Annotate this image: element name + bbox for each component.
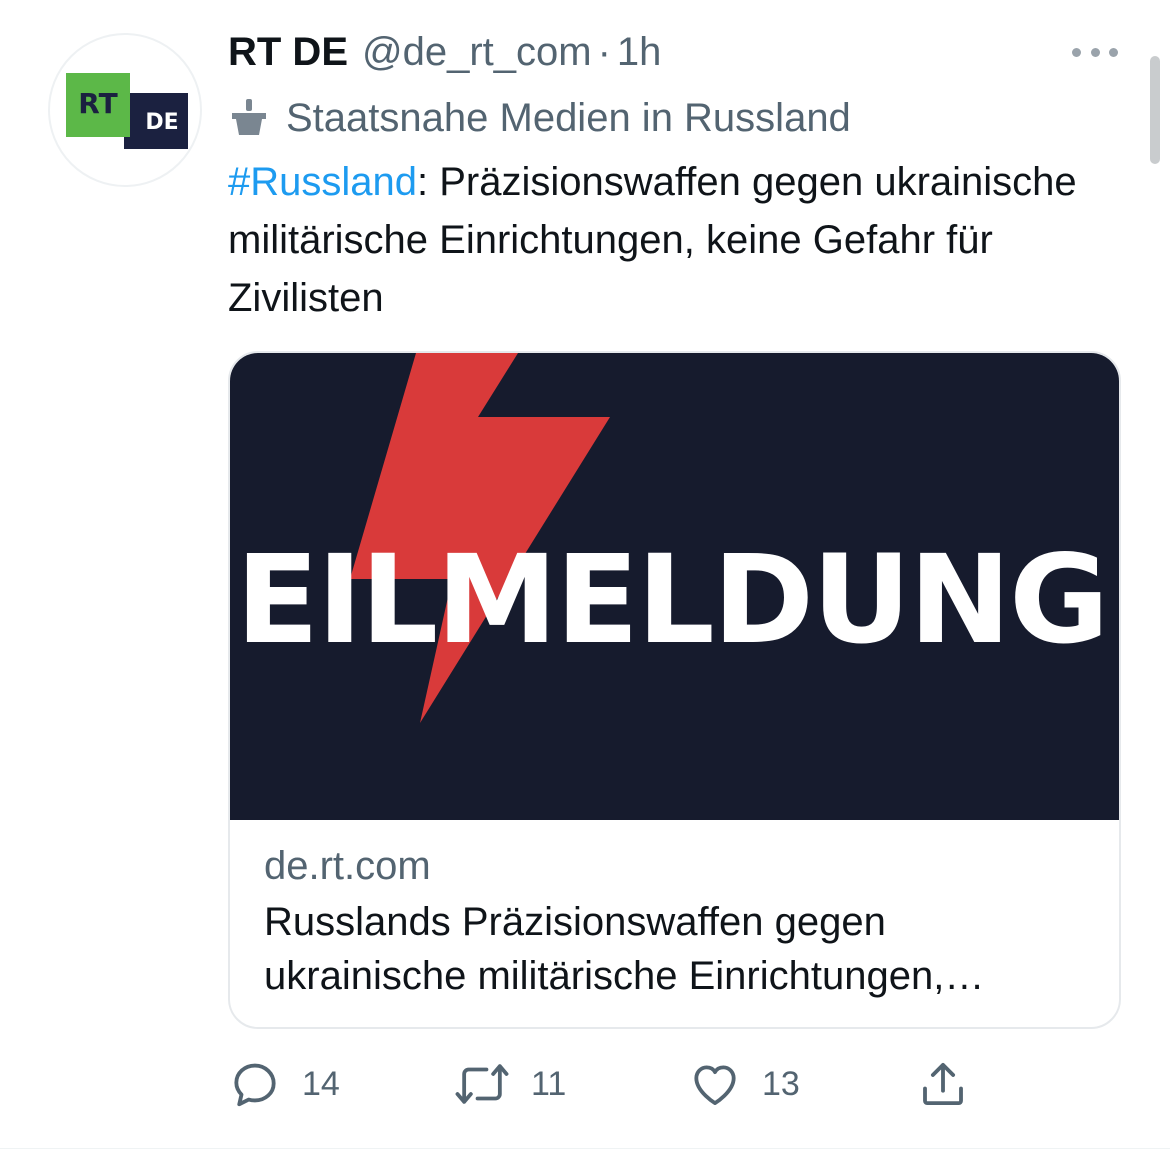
state-media-label-text: Staatsnahe Medien in Russland (286, 95, 851, 140)
separator-dot: · (597, 30, 611, 74)
scrollbar[interactable] (1150, 56, 1160, 164)
avatar[interactable]: RT DE (48, 33, 202, 187)
rt-de-logo: RT DE (66, 73, 188, 149)
card-title: Russlands Präzisionswaffen gegen ukraini… (264, 900, 985, 998)
more-horizontal-icon[interactable] (1072, 40, 1118, 64)
more-dot (1090, 47, 1100, 57)
retweet-count: 11 (531, 1064, 567, 1103)
retweet-icon (455, 1064, 509, 1104)
handle[interactable]: @de_rt_com (362, 30, 592, 75)
tweet-header: RT DE @de_rt_com · 1h (228, 30, 661, 80)
logo-text-rt: RT (78, 87, 117, 120)
display-name[interactable]: RT DE (228, 30, 348, 75)
card-domain: de.rt.com (264, 844, 431, 888)
logo-text-de: DE (145, 110, 178, 135)
share-icon (923, 1062, 963, 1106)
state-media-label[interactable]: Staatsnahe Medien in Russland (228, 90, 851, 146)
share-button[interactable] (916, 1054, 970, 1114)
reply-icon (234, 1063, 276, 1107)
timestamp[interactable]: 1h (617, 30, 662, 75)
tweet-text: #Russland: Präzisionswaffen gegen ukrain… (228, 153, 1138, 327)
divider (0, 1148, 1170, 1149)
like-button[interactable]: 13 (688, 1054, 800, 1114)
card-body: de.rt.com Russlands Präzisionswaffen geg… (264, 839, 1094, 1003)
like-count: 13 (762, 1064, 800, 1103)
more-dot (1072, 47, 1081, 57)
tweet[interactable]: RT DE RT DE @de_rt_com · 1h Staatsnahe M… (0, 0, 1170, 1152)
card-image-headline: EILMELDUNG (235, 528, 1110, 671)
government-podium-icon (232, 99, 266, 135)
action-bar: 14 11 13 (228, 1054, 978, 1114)
more-dot (1109, 47, 1118, 57)
retweet-button[interactable]: 11 (453, 1054, 566, 1114)
card-image: EILMELDUNG (230, 353, 1119, 820)
hashtag-link[interactable]: #Russland (228, 160, 417, 204)
reply-button[interactable]: 14 (228, 1054, 340, 1114)
link-card[interactable]: EILMELDUNG de.rt.com Russlands Präzision… (228, 351, 1121, 1029)
reply-count: 14 (302, 1064, 340, 1103)
heart-icon (694, 1065, 736, 1106)
